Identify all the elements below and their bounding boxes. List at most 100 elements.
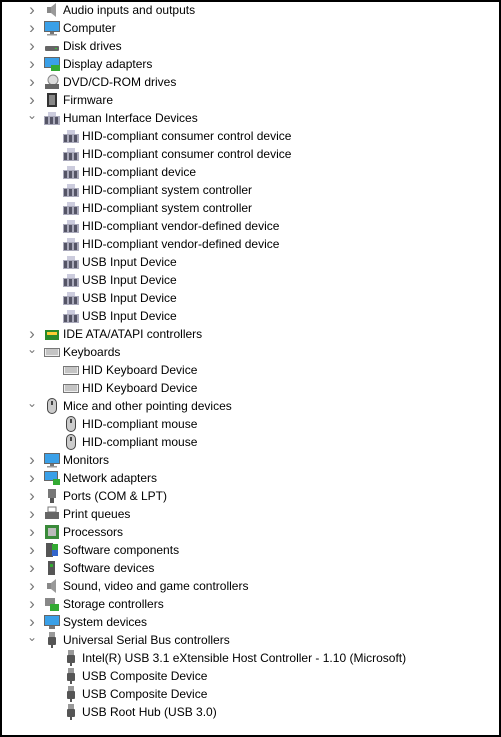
chevron-right-icon[interactable]: › bbox=[26, 559, 38, 577]
chevron-right-icon[interactable]: › bbox=[26, 73, 38, 91]
usb-icon bbox=[63, 686, 79, 702]
tree-item-label: Network adapters bbox=[63, 471, 158, 485]
tree-item-label: Display adapters bbox=[63, 57, 153, 71]
tree-device[interactable]: HID-compliant vendor-defined device bbox=[2, 217, 499, 235]
tree-item-label: Software devices bbox=[63, 561, 155, 575]
tree-item-label: USB Input Device bbox=[82, 273, 177, 287]
chevron-right-icon[interactable]: › bbox=[26, 541, 38, 559]
printer-icon bbox=[44, 506, 60, 522]
tree-device[interactable]: HID-compliant vendor-defined device bbox=[2, 235, 499, 253]
chevron-right-icon[interactable]: › bbox=[26, 1, 38, 19]
tree-category[interactable]: › Display adapters bbox=[2, 55, 499, 73]
tree-category[interactable]: › Computer bbox=[2, 19, 499, 37]
tree-device[interactable]: HID-compliant system controller bbox=[2, 181, 499, 199]
tree-device[interactable]: HID-compliant consumer control device bbox=[2, 145, 499, 163]
tree-category[interactable]: › IDE ATA/ATAPI controllers bbox=[2, 325, 499, 343]
mouse-icon bbox=[63, 416, 79, 432]
tree-category[interactable]: › Sound, video and game controllers bbox=[2, 577, 499, 595]
chevron-right-icon[interactable]: › bbox=[26, 487, 38, 505]
tree-category[interactable]: › DVD/CD-ROM drives bbox=[2, 73, 499, 91]
tree-category[interactable]: › Ports (COM & LPT) bbox=[2, 487, 499, 505]
chevron-down-icon[interactable]: ⌄ bbox=[26, 343, 38, 361]
chevron-down-icon[interactable]: ⌄ bbox=[26, 397, 38, 415]
tree-category[interactable]: › Audio inputs and outputs bbox=[2, 1, 499, 19]
tree-item-label: Universal Serial Bus controllers bbox=[63, 633, 230, 647]
usb-icon bbox=[63, 668, 79, 684]
tree-item-label: USB Input Device bbox=[82, 309, 177, 323]
tree-category[interactable]: ⌄ Universal Serial Bus controllers bbox=[2, 631, 499, 649]
tree-device[interactable]: HID-compliant system controller bbox=[2, 199, 499, 217]
tree-device[interactable]: HID-compliant consumer control device bbox=[2, 127, 499, 145]
tree-device[interactable]: HID-compliant device bbox=[2, 163, 499, 181]
tree-item-label: HID-compliant vendor-defined device bbox=[82, 237, 280, 251]
monitor-icon bbox=[44, 20, 60, 36]
chevron-right-icon[interactable]: › bbox=[26, 91, 38, 109]
chevron-right-icon[interactable]: › bbox=[26, 325, 38, 343]
keyboard-icon bbox=[63, 380, 79, 396]
chevron-right-icon[interactable]: › bbox=[26, 451, 38, 469]
tree-device[interactable]: USB Root Hub (USB 3.0) bbox=[2, 703, 499, 721]
tree-category[interactable]: ⌄ Mice and other pointing devices bbox=[2, 397, 499, 415]
hid-icon bbox=[63, 272, 79, 288]
tree-item-label: HID-compliant device bbox=[82, 165, 197, 179]
mouse-icon bbox=[63, 434, 79, 450]
tree-item-label: Processors bbox=[63, 525, 124, 539]
chevron-right-icon[interactable]: › bbox=[26, 523, 38, 541]
tree-device[interactable]: USB Input Device bbox=[2, 289, 499, 307]
tree-device[interactable]: HID Keyboard Device bbox=[2, 379, 499, 397]
dvd-drive-icon bbox=[44, 74, 60, 90]
tree-item-label: USB Composite Device bbox=[82, 669, 208, 683]
tree-item-label: USB Root Hub (USB 3.0) bbox=[82, 705, 217, 719]
tree-device[interactable]: USB Input Device bbox=[2, 307, 499, 325]
tree-category[interactable]: › Processors bbox=[2, 523, 499, 541]
device-tree[interactable]: › Audio inputs and outputs › Computer › Disk … bbox=[0, 0, 501, 737]
tree-category[interactable]: › Network adapters bbox=[2, 469, 499, 487]
hid-icon bbox=[63, 200, 79, 216]
hid-icon bbox=[63, 164, 79, 180]
tree-item-label: HID Keyboard Device bbox=[82, 363, 198, 377]
usb-icon bbox=[44, 632, 60, 648]
tree-category[interactable]: › Storage controllers bbox=[2, 595, 499, 613]
chevron-right-icon[interactable]: › bbox=[26, 37, 38, 55]
tree-item-label: HID-compliant consumer control device bbox=[82, 147, 292, 161]
tree-item-label: HID-compliant system controller bbox=[82, 201, 253, 215]
tree-device[interactable]: Intel(R) USB 3.1 eXtensible Host Control… bbox=[2, 649, 499, 667]
chevron-right-icon[interactable]: › bbox=[26, 55, 38, 73]
tree-item-label: Firmware bbox=[63, 93, 113, 107]
tree-category[interactable]: › System devices bbox=[2, 613, 499, 631]
tree-category[interactable]: › Software components bbox=[2, 541, 499, 559]
tree-item-label: HID-compliant mouse bbox=[82, 435, 198, 449]
hid-icon bbox=[63, 182, 79, 198]
tree-item-label: Computer bbox=[63, 21, 116, 35]
tree-device[interactable]: HID-compliant mouse bbox=[2, 415, 499, 433]
tree-category[interactable]: ⌄ Human Interface Devices bbox=[2, 109, 499, 127]
tree-item-label: HID-compliant vendor-defined device bbox=[82, 219, 280, 233]
keyboard-icon bbox=[63, 362, 79, 378]
tree-category[interactable]: › Software devices bbox=[2, 559, 499, 577]
processor-icon bbox=[44, 524, 60, 540]
tree-item-label: Disk drives bbox=[63, 39, 122, 53]
tree-device[interactable]: USB Input Device bbox=[2, 271, 499, 289]
chip-icon bbox=[44, 92, 60, 108]
tree-device[interactable]: USB Composite Device bbox=[2, 685, 499, 703]
tree-category[interactable]: ⌄ Keyboards bbox=[2, 343, 499, 361]
chevron-right-icon[interactable]: › bbox=[26, 595, 38, 613]
tree-category[interactable]: › Firmware bbox=[2, 91, 499, 109]
tree-device[interactable]: USB Composite Device bbox=[2, 667, 499, 685]
chevron-right-icon[interactable]: › bbox=[26, 577, 38, 595]
tree-item-label: Audio inputs and outputs bbox=[63, 3, 196, 17]
tree-category[interactable]: › Print queues bbox=[2, 505, 499, 523]
chevron-right-icon[interactable]: › bbox=[26, 505, 38, 523]
chevron-right-icon[interactable]: › bbox=[26, 469, 38, 487]
chevron-down-icon[interactable]: ⌄ bbox=[26, 631, 38, 649]
tree-item-label: Storage controllers bbox=[63, 597, 164, 611]
chevron-right-icon[interactable]: › bbox=[26, 613, 38, 631]
chevron-right-icon[interactable]: › bbox=[26, 19, 38, 37]
hid-icon bbox=[63, 128, 79, 144]
tree-category[interactable]: › Monitors bbox=[2, 451, 499, 469]
tree-device[interactable]: HID-compliant mouse bbox=[2, 433, 499, 451]
tree-device[interactable]: HID Keyboard Device bbox=[2, 361, 499, 379]
tree-device[interactable]: USB Input Device bbox=[2, 253, 499, 271]
chevron-down-icon[interactable]: ⌄ bbox=[26, 109, 38, 127]
tree-category[interactable]: › Disk drives bbox=[2, 37, 499, 55]
